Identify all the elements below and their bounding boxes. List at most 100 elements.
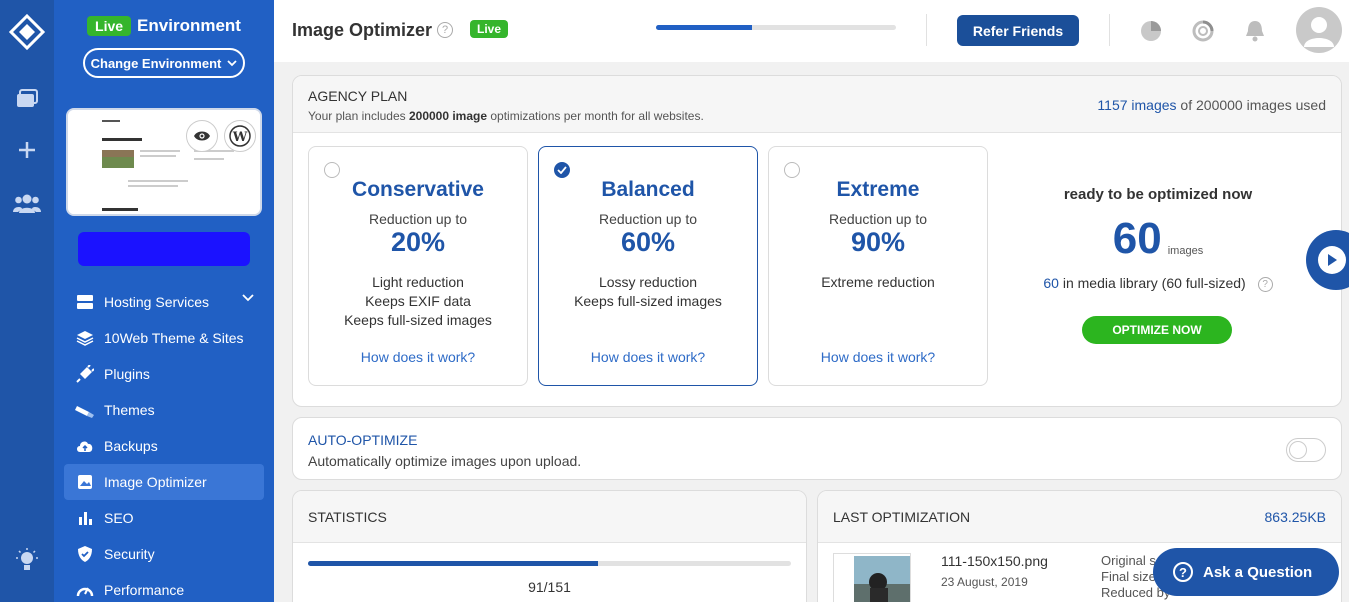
ask-a-question-label: Ask a Question [1203, 563, 1313, 581]
optimized-file-name: 111-150x150.png [941, 553, 1048, 569]
bell-icon[interactable] [1242, 18, 1268, 44]
usage-count: 1157 images [1097, 97, 1177, 113]
change-environment-button[interactable]: Change Environment [83, 48, 245, 78]
sidebar-item-backups[interactable]: Backups [64, 428, 264, 464]
sidebar-item-security[interactable]: Security [64, 536, 264, 572]
sidebar-item-seo[interactable]: SEO [64, 500, 264, 536]
ready-label: ready to be optimized now [1063, 186, 1253, 203]
top-progress-fill [656, 25, 752, 30]
wordpress-icon: W [229, 125, 251, 147]
plan-option-reduction: Reduction up to [598, 211, 698, 227]
logo-icon[interactable] [0, 14, 54, 50]
radio-selected[interactable] [554, 162, 570, 178]
team-icon[interactable] [0, 192, 54, 214]
sidebar-item-10web-theme-sites[interactable]: 10Web Theme & Sites [64, 320, 264, 356]
plan-option-extreme[interactable]: Extreme Reduction up to 90% Extreme redu… [768, 146, 988, 386]
svg-text:W: W [232, 130, 248, 145]
optimized-file-date: 23 August, 2019 [941, 575, 1028, 589]
sidebar-item-hosting-services[interactable]: Hosting Services [64, 284, 264, 320]
how-does-it-work-link[interactable]: How does it work? [539, 349, 757, 365]
auto-optimize-toggle[interactable] [1286, 438, 1326, 462]
plan-option-features: Extreme reduction [769, 273, 987, 292]
sidebar-nav: Hosting Services 10Web Theme & Sites Plu… [64, 284, 264, 602]
help-icon[interactable]: ? [1257, 276, 1273, 292]
radio-unselected[interactable] [784, 162, 800, 178]
plan-header: AGENCY PLAN Your plan includes 200000 im… [293, 76, 1341, 133]
media-library-info: 60 in media library (60 full-sized) ? [993, 275, 1323, 292]
feature-line: Extreme reduction [821, 274, 935, 290]
ready-unit: images [1167, 245, 1204, 257]
last-optimization-header: LAST OPTIMIZATION 863.25KB [818, 491, 1341, 543]
divider [926, 14, 927, 46]
plan-subtitle-bold: 200000 image [408, 109, 488, 123]
plan-option-features: Lossy reduction Keeps full-sized images [539, 273, 757, 311]
eye-icon [194, 131, 210, 141]
pie-chart-icon[interactable] [1138, 18, 1164, 44]
site-name-redacted [78, 232, 250, 266]
refresh-ring-icon[interactable] [1190, 18, 1216, 44]
user-avatar[interactable] [1296, 7, 1342, 53]
plan-subtitle-post: optimizations per month for all websites… [487, 109, 704, 123]
site-preview[interactable]: W [66, 108, 262, 216]
live-pill: Live [87, 16, 132, 36]
sidebar-item-themes[interactable]: Themes [64, 392, 264, 428]
plan-option-reduction: Reduction up to [368, 211, 468, 227]
shield-check-icon [74, 543, 96, 565]
plan-option-balanced[interactable]: Balanced Reduction up to 60% Lossy reduc… [538, 146, 758, 386]
plan-option-conservative[interactable]: Conservative Reduction up to 20% Light r… [308, 146, 528, 386]
plan-subtitle-pre: Your plan includes [308, 109, 409, 123]
sidebar: Live Environment Change Environment W Ho… [54, 0, 274, 602]
top-progress-bar [656, 25, 896, 30]
preview-eye-button[interactable] [186, 120, 218, 152]
image-icon [74, 471, 96, 493]
plan-option-name: Extreme [836, 178, 920, 201]
auto-optimize-card: AUTO-OPTIMIZE Automatically optimize ima… [292, 417, 1342, 480]
plan-option-name: Balanced [601, 178, 695, 201]
optimize-now-button[interactable]: OPTIMIZE NOW [1082, 316, 1232, 344]
feature-line: Keeps full-sized images [574, 293, 722, 309]
bar-chart-icon [74, 507, 96, 529]
plan-option-percent: 20% [390, 227, 446, 257]
feature-line: Keeps full-sized images [344, 312, 492, 328]
sidebar-item-label: Plugins [104, 366, 150, 382]
speedometer-icon [74, 579, 96, 601]
environment-header: Live Environment [54, 16, 274, 36]
checkmark-icon [557, 166, 567, 174]
change-environment-label: Change Environment [90, 55, 222, 71]
plan-option-percent: 60% [620, 227, 676, 257]
auto-optimize-title: AUTO-OPTIMIZE [308, 432, 418, 448]
refer-friends-button[interactable]: Refer Friends [957, 15, 1079, 46]
wordpress-admin-button[interactable]: W [224, 120, 256, 152]
ready-count: 60 [1112, 214, 1162, 263]
plug-icon [74, 363, 96, 385]
lightbulb-icon[interactable] [0, 548, 54, 574]
how-does-it-work-link[interactable]: How does it work? [769, 349, 987, 365]
sidebar-item-label: Themes [104, 402, 155, 418]
help-icon[interactable]: ? [437, 22, 453, 38]
statistics-card: STATISTICS 91/151 [292, 490, 807, 602]
sidebar-item-performance[interactable]: Performance [64, 572, 264, 602]
usage-rest: of 200000 images used [1176, 97, 1326, 113]
feature-line: Light reduction [372, 274, 464, 290]
statistics-progress-fill [308, 561, 598, 566]
brush-icon [74, 399, 96, 421]
optimized-image-thumbnail[interactable] [833, 553, 911, 602]
plan-option-name: Conservative [352, 178, 484, 201]
websites-icon[interactable] [0, 88, 54, 110]
radio-unselected[interactable] [324, 162, 340, 178]
ready-to-optimize: ready to be optimized now 60 images 60 i… [993, 186, 1323, 292]
sidebar-item-label: Image Optimizer [104, 474, 207, 490]
sidebar-item-label: 10Web Theme & Sites [104, 330, 244, 346]
statistics-progress-bar [308, 561, 791, 566]
sidebar-item-plugins[interactable]: Plugins [64, 356, 264, 392]
question-icon: ? [1173, 562, 1193, 582]
last-optimization-size: 863.25KB [1264, 509, 1327, 525]
layers-icon [74, 327, 96, 349]
how-does-it-work-link[interactable]: How does it work? [309, 349, 527, 365]
sidebar-item-image-optimizer[interactable]: Image Optimizer [64, 464, 264, 500]
sidebar-item-label: Security [104, 546, 155, 562]
add-icon[interactable] [0, 140, 54, 160]
page-title: Image Optimizer [292, 20, 433, 40]
ask-a-question-button[interactable]: ? Ask a Question [1153, 548, 1339, 596]
agency-plan-card: AGENCY PLAN Your plan includes 200000 im… [292, 75, 1342, 407]
